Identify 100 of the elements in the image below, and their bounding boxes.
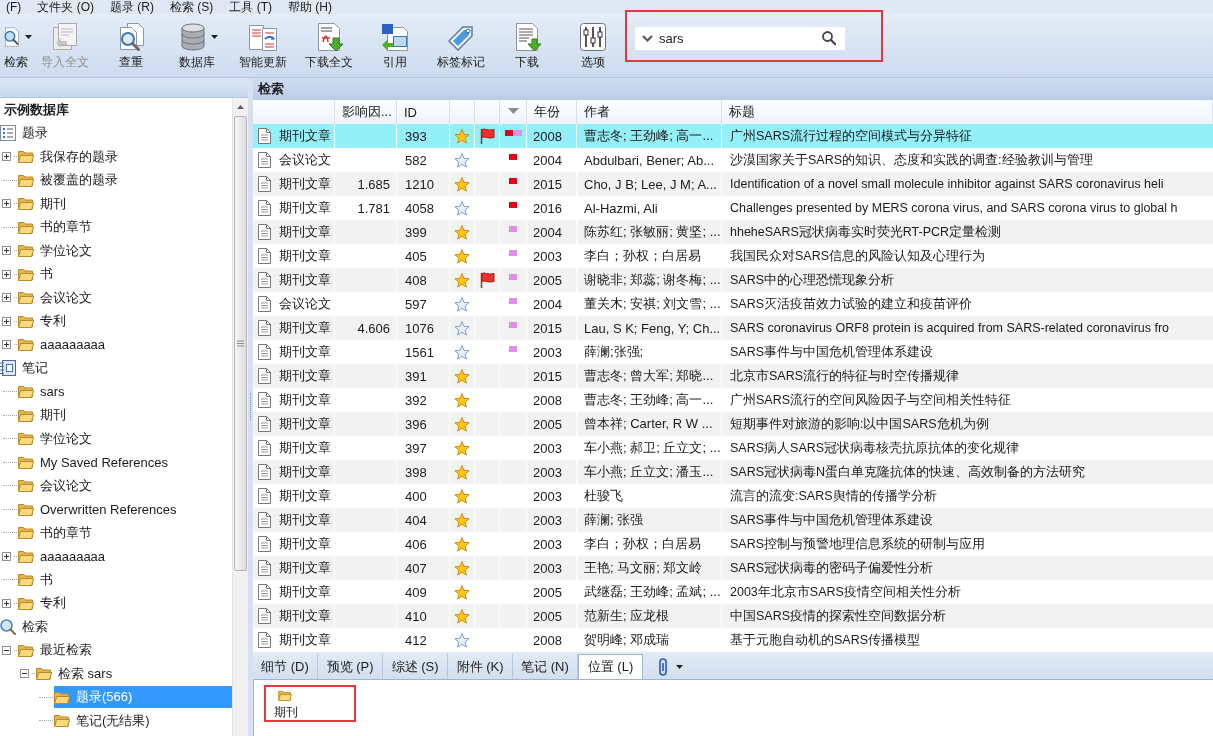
plus-box-icon[interactable] — [2, 551, 11, 561]
tree-item[interactable]: aaaaaaaaa — [18, 545, 112, 568]
star-icon[interactable] — [454, 320, 470, 336]
search-icon[interactable] — [822, 31, 836, 45]
minus-box-icon[interactable] — [20, 669, 29, 679]
star-icon[interactable] — [454, 272, 470, 288]
chevron-down-icon[interactable] — [642, 35, 653, 42]
tree-item[interactable]: 检索 — [0, 615, 54, 638]
cite-button[interactable]: 引用 — [362, 14, 428, 69]
tree-item[interactable]: 期刊 — [18, 192, 72, 215]
star-icon[interactable] — [454, 296, 470, 312]
tree-item[interactable]: 书的章节 — [18, 216, 98, 239]
tree-item[interactable]: 期刊 — [18, 404, 72, 427]
star-icon[interactable] — [454, 248, 470, 264]
download-button[interactable]: 下载 — [494, 14, 560, 69]
star-icon[interactable] — [454, 128, 470, 144]
tree-item[interactable]: 专利 — [18, 592, 72, 615]
download-fulltext-button[interactable]: 下载全文 — [296, 14, 362, 69]
menu-item[interactable]: 题录 (R) — [110, 0, 154, 14]
tab[interactable]: 位置 (L) — [578, 654, 643, 679]
splitter-handle[interactable] — [248, 78, 253, 736]
star-icon[interactable] — [454, 152, 470, 168]
vertical-scrollbar[interactable] — [232, 98, 248, 736]
document-icon — [258, 608, 271, 624]
tree-item[interactable]: 学位论文 — [18, 239, 98, 262]
plus-box-icon[interactable] — [2, 598, 11, 608]
minus-box-icon[interactable] — [2, 645, 11, 655]
star-icon[interactable] — [454, 632, 470, 648]
tree-item[interactable]: 题录 — [0, 122, 54, 145]
tree-item[interactable]: 检索 sars — [36, 662, 119, 685]
tree-item[interactable]: 我保存的题录 — [18, 145, 124, 168]
star-icon[interactable] — [454, 368, 470, 384]
star-icon[interactable] — [454, 392, 470, 408]
search-field[interactable]: sars — [635, 27, 845, 50]
star-icon[interactable] — [454, 416, 470, 432]
options-button[interactable]: 选项 — [560, 14, 626, 69]
tree-item[interactable]: 示例数据库 — [0, 98, 75, 121]
plus-box-icon[interactable] — [2, 199, 11, 209]
table-row[interactable]: 期刊文章 1.685 1210 2015 Cho, J B; Lee, J M; A... Identification of a novel small molecule inhibitor against SARS coronavirus heli — [253, 172, 1213, 196]
menu-item[interactable]: 帮助 (H) — [288, 0, 332, 14]
menu-item[interactable]: 工具 (T) — [229, 0, 272, 14]
table-row[interactable]: 期刊文章 396 2005 曾本祥; Carter, R W ... 短期事件对旅游的影响:以中国SARS危机为例 — [253, 412, 1213, 436]
tab[interactable]: 综述 (S) — [383, 654, 448, 679]
folder-icon — [18, 455, 34, 469]
plus-box-icon[interactable] — [2, 316, 11, 326]
table-row[interactable]: 期刊文章 408 2005 谢晓非; 郑蕊; 谢冬梅; ... SARS中的心理恐慌现象分析 — [253, 268, 1213, 292]
star-icon[interactable] — [454, 200, 470, 216]
plus-box-icon[interactable] — [2, 152, 11, 162]
document-icon — [258, 536, 271, 552]
tree-item[interactable]: aaaaaaaaa — [18, 333, 112, 356]
tree-item[interactable]: 被覆盖的题录 — [18, 169, 124, 192]
star-icon[interactable] — [454, 536, 470, 552]
star-icon[interactable] — [454, 176, 470, 192]
table-row[interactable]: 期刊文章 410 2005 范新生; 应龙根 中国SARS疫情的探索性空间数据分析 — [253, 604, 1213, 628]
star-icon[interactable] — [454, 560, 470, 576]
tree-item[interactable]: 笔记 — [0, 357, 54, 380]
tree-item[interactable]: 书的章节 — [18, 521, 98, 544]
tree-item[interactable]: 会议论文 — [18, 286, 98, 309]
tab[interactable]: 细节 (D) — [253, 654, 318, 679]
find-duplicates-button[interactable]: 查重 — [98, 14, 164, 69]
tree-item[interactable]: 笔记(无结果) — [54, 709, 156, 732]
scrollbar-thumb[interactable] — [234, 116, 247, 571]
table-row[interactable]: 期刊文章 398 2003 车小燕; 丘立文; 潘玉... SARS冠状病毒N蛋白单克隆抗体的快速、高效制备的方法研究 — [253, 460, 1213, 484]
star-icon[interactable] — [454, 344, 470, 360]
plus-box-icon[interactable] — [2, 246, 11, 256]
star-icon[interactable] — [454, 440, 470, 456]
plus-box-icon[interactable] — [2, 293, 11, 303]
tree-item[interactable]: 会议论文 — [18, 474, 98, 497]
table-row[interactable]: 期刊文章 393 2008 曹志冬; 王劲峰; 高一... 广州SARS流行过程的空间模式与分异特征 — [253, 124, 1213, 148]
menu-item[interactable]: (F) — [6, 0, 22, 14]
location-item[interactable]: 期刊 — [274, 690, 298, 721]
tab[interactable]: 附件 (K) — [448, 654, 513, 679]
tree-item[interactable]: 专利 — [18, 310, 72, 333]
table-row[interactable]: 期刊文章 404 2003 薛澜; 张强 SARS事件与中国危机管理体系建设 — [253, 508, 1213, 532]
table-row[interactable]: 期刊文章 4.606 1076 2015 Lau, S K; Feng, Y; Ch... SARS coronavirus ORF8 protein is acquired from SARS-related coronavirus fro — [253, 316, 1213, 340]
star-icon[interactable] — [454, 224, 470, 240]
tree-item[interactable]: 书 — [18, 263, 59, 286]
table-row[interactable]: 期刊文章 399 2004 陈苏红; 张敏丽; 黄坚; ... hheheSARS冠状病毒实时荧光RT-PCR定量检测 — [253, 220, 1213, 244]
tab[interactable]: 预览 (P) — [318, 654, 383, 679]
search-button[interactable]: 检索 — [0, 14, 32, 69]
menu-item[interactable]: 检索 (S) — [170, 0, 214, 14]
tree-item[interactable]: sars — [18, 380, 71, 403]
plus-box-icon[interactable] — [2, 340, 11, 350]
table-row[interactable]: 期刊文章 391 2015 曹志冬; 曾大军; 郑晓... 北京市SARS流行的特征与时空传播规律 — [253, 364, 1213, 388]
tag-button[interactable]: 标签标记 — [428, 14, 494, 69]
tree-item[interactable]: 学位论文 — [18, 427, 98, 450]
star-icon[interactable] — [454, 464, 470, 480]
plus-box-icon[interactable] — [2, 269, 11, 279]
tree-item[interactable]: 最近检索 — [18, 639, 98, 662]
tree-item[interactable]: My Saved References — [18, 451, 174, 474]
tree-item[interactable]: Overwritten References — [18, 498, 183, 521]
database-button[interactable]: 数据库 — [164, 14, 230, 69]
star-icon[interactable] — [454, 488, 470, 504]
star-icon[interactable] — [454, 512, 470, 528]
star-icon[interactable] — [454, 608, 470, 624]
menu-item[interactable]: 文件夹 (O) — [37, 0, 94, 14]
smart-update-button[interactable]: 智能更新 — [230, 14, 296, 69]
table-row[interactable]: 期刊文章 407 2003 王艳; 马文丽; 郑文岭 SARS冠状病毒的密码子偏爱性分析 — [253, 556, 1213, 580]
tree-item[interactable]: 书 — [18, 568, 59, 591]
star-icon[interactable] — [454, 584, 470, 600]
